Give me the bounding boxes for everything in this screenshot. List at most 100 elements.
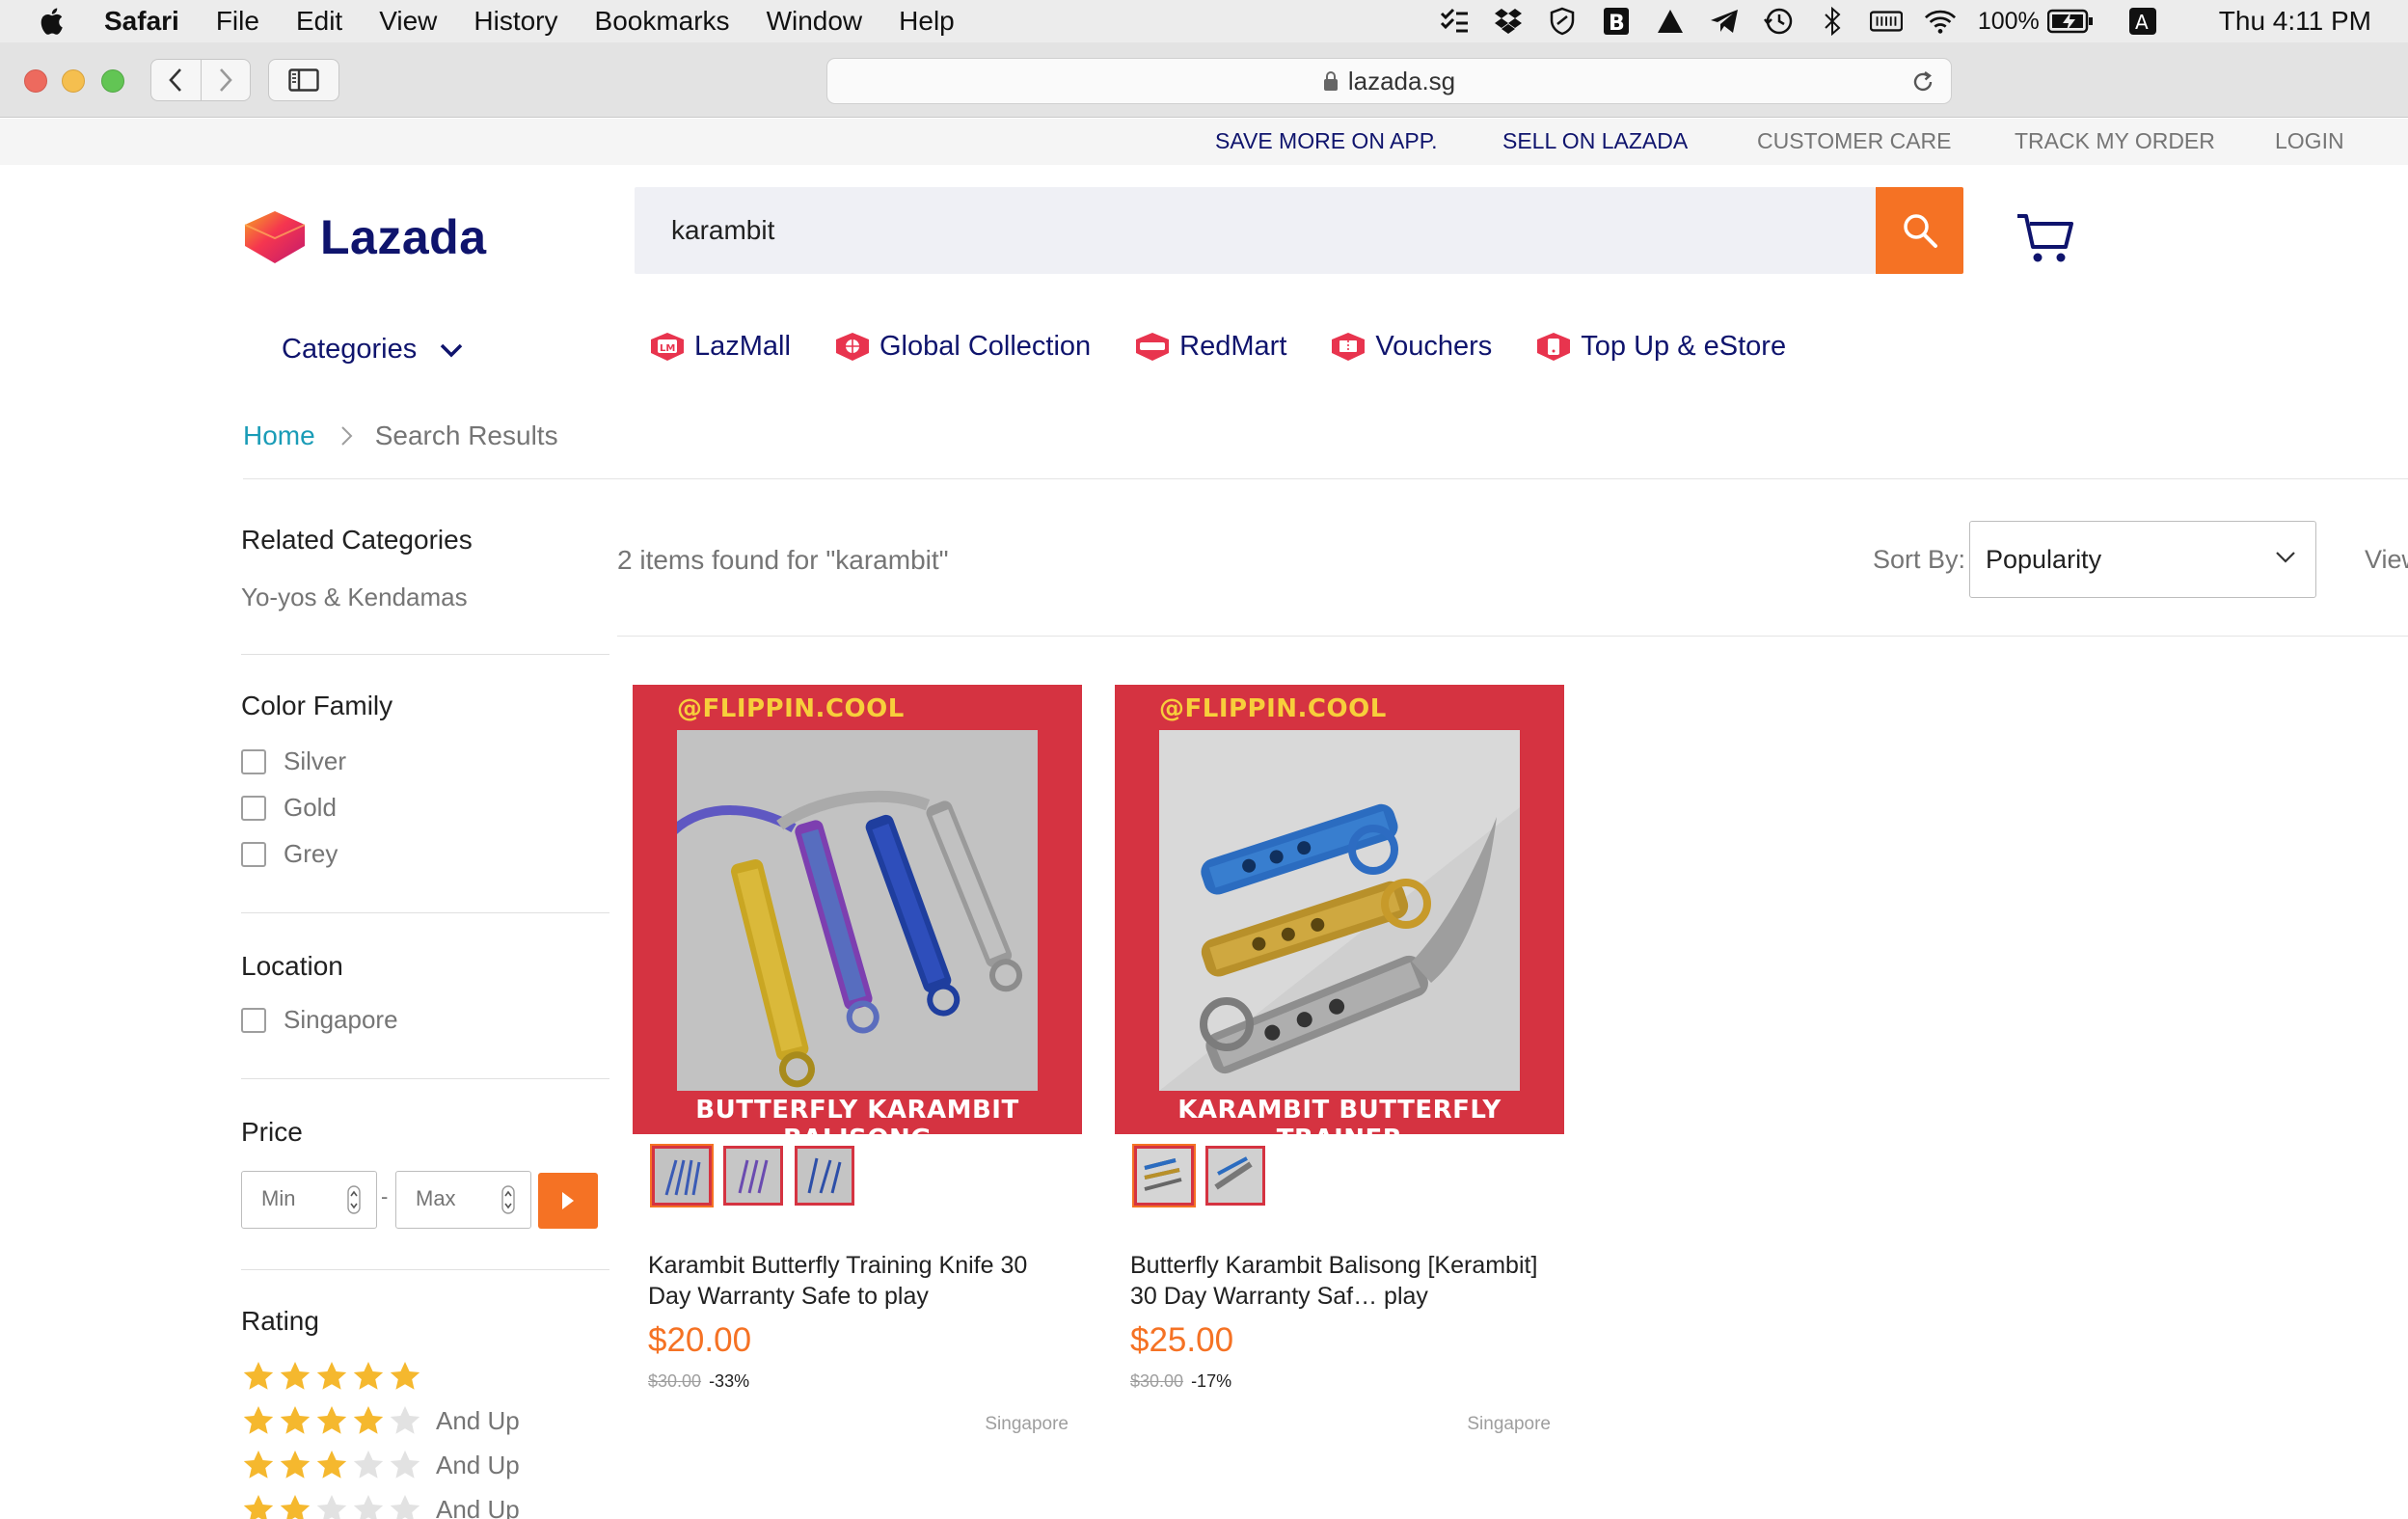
rating-filter-5-stars[interactable]: [241, 1360, 424, 1393]
apple-icon[interactable]: [37, 5, 69, 38]
and-up-label: And Up: [436, 1494, 520, 1519]
wifi-icon[interactable]: [1924, 7, 1957, 36]
window-minimize-button[interactable]: [62, 69, 85, 93]
forward-button[interactable]: [200, 60, 251, 100]
product-thumbnail[interactable]: [1205, 1146, 1265, 1206]
product-thumbnail[interactable]: [723, 1146, 783, 1206]
nav-topup-estore[interactable]: Top Up & eStore: [1534, 330, 1786, 363]
bluetooth-icon[interactable]: [1816, 7, 1849, 36]
categories-label: Categories: [282, 334, 418, 365]
banner-caption: KARAMBIT BUTTERFLY TRAINER: [1177, 1096, 1502, 1134]
product-title[interactable]: Butterfly Karambit Balisong [Kerambit] 3…: [1130, 1250, 1555, 1312]
telegram-icon[interactable]: [1708, 7, 1741, 36]
sell-on-lazada-link[interactable]: SELL ON LAZADA: [1502, 128, 1688, 154]
categories-dropdown[interactable]: Categories: [282, 334, 463, 366]
checklist-icon[interactable]: [1438, 7, 1471, 36]
menu-edit[interactable]: Edit: [296, 6, 342, 37]
nav-redmart[interactable]: RedMart: [1133, 330, 1286, 363]
bold-b-icon[interactable]: B: [1600, 7, 1633, 36]
menu-help[interactable]: Help: [899, 6, 955, 37]
battery-charging-icon[interactable]: [2046, 7, 2094, 36]
product-photo-balisong-set: [677, 730, 1038, 1091]
nav-redmart-label: RedMart: [1179, 330, 1287, 362]
price-apply-button[interactable]: [538, 1173, 598, 1229]
color-silver-option[interactable]: Silver: [241, 746, 346, 776]
stepper-icon[interactable]: [501, 1185, 515, 1214]
nav-global-collection[interactable]: Global Collection: [833, 330, 1091, 363]
price-min-input[interactable]: [242, 1172, 348, 1226]
checkbox[interactable]: [241, 1007, 266, 1033]
location-singapore-label: Singapore: [284, 1005, 398, 1034]
topup-icon: [1537, 333, 1571, 361]
login-link[interactable]: LOGIN: [2275, 128, 2344, 154]
rating-filter-2-stars[interactable]: And Up: [241, 1493, 520, 1519]
search-button[interactable]: [1876, 187, 1963, 274]
window-zoom-button[interactable]: [101, 69, 124, 93]
nav-lazmall[interactable]: LM LazMall: [648, 330, 791, 363]
keyboard-icon[interactable]: [1869, 7, 1903, 36]
reload-icon[interactable]: [1910, 68, 1935, 95]
menu-bookmarks[interactable]: Bookmarks: [595, 6, 730, 37]
cart-button[interactable]: [2016, 210, 2077, 271]
price-range-separator: -: [381, 1184, 389, 1208]
window-close-button[interactable]: [24, 69, 47, 93]
sidebar-toggle-button[interactable]: [268, 59, 339, 101]
product-title[interactable]: Karambit Butterfly Training Knife 30 Day…: [648, 1250, 1072, 1312]
nav-vouchers[interactable]: Vouchers: [1329, 330, 1492, 363]
star-empty-icon: [390, 1495, 420, 1519]
address-bar[interactable]: lazada.sg: [826, 58, 1952, 104]
star-empty-icon: [316, 1495, 347, 1519]
top-utility-bar: SAVE MORE ON APP. SELL ON LAZADA CUSTOME…: [0, 119, 2408, 165]
menu-file[interactable]: File: [216, 6, 259, 37]
location-singapore-option[interactable]: Singapore: [241, 1005, 398, 1035]
chevron-left-icon: [169, 68, 182, 92]
menu-app-name[interactable]: Safari: [104, 6, 179, 37]
checkbox[interactable]: [241, 795, 266, 821]
star-filled-icon: [280, 1406, 311, 1434]
color-grey-option[interactable]: Grey: [241, 839, 338, 869]
shield-icon[interactable]: [1546, 7, 1579, 36]
sort-select[interactable]: Popularity: [1969, 521, 2316, 598]
breadcrumb-divider: [243, 478, 2408, 479]
product-thumbnail[interactable]: [795, 1146, 854, 1206]
menubar-clock[interactable]: Thu 4:11 PM: [2219, 6, 2371, 37]
and-up-label: And Up: [436, 1405, 520, 1435]
time-machine-icon[interactable]: [1762, 7, 1795, 36]
svg-text:LM: LM: [660, 343, 675, 354]
product-thumbnail[interactable]: [1134, 1146, 1194, 1206]
customer-care-link[interactable]: CUSTOMER CARE: [1757, 128, 1952, 154]
search-input[interactable]: [635, 187, 1876, 274]
menu-view[interactable]: View: [379, 6, 437, 37]
stepper-icon[interactable]: [347, 1185, 361, 1214]
checkbox[interactable]: [241, 841, 266, 867]
breadcrumb-home-link[interactable]: Home: [243, 420, 315, 451]
menu-history[interactable]: History: [473, 6, 557, 37]
back-button[interactable]: [151, 60, 201, 100]
menu-window[interactable]: Window: [767, 6, 863, 37]
checkbox[interactable]: [241, 748, 266, 774]
dropbox-icon[interactable]: [1492, 7, 1525, 36]
history-nav: [150, 59, 251, 101]
product-thumbnail[interactable]: [652, 1146, 712, 1206]
product-image[interactable]: @FLIPPIN.COOL KARAMBIT BUTTERFLY TRAINER: [1115, 685, 1564, 1134]
logo-wordmark: Lazada: [320, 210, 487, 264]
rating-filter-3-stars[interactable]: And Up: [241, 1449, 520, 1481]
star-empty-icon: [390, 1451, 420, 1478]
search-box: [635, 187, 1876, 274]
track-my-order-link[interactable]: TRACK MY ORDER: [2015, 128, 2215, 154]
color-gold-option[interactable]: Gold: [241, 793, 337, 823]
input-source-icon[interactable]: A: [2126, 7, 2159, 36]
star-filled-icon: [316, 1362, 347, 1390]
nav-vouchers-label: Vouchers: [1375, 330, 1493, 362]
product-image[interactable]: @FLIPPIN.COOL BUTTERFLY KARAMBIT BALISON…: [633, 685, 1082, 1134]
price-max-input[interactable]: [396, 1172, 502, 1226]
star-filled-icon: [243, 1495, 274, 1519]
product-original-price-row: $30.00 -33%: [648, 1371, 749, 1392]
related-category-link[interactable]: Yo-yos & Kendamas: [241, 583, 468, 612]
save-more-on-app-link[interactable]: SAVE MORE ON APP.: [1215, 128, 1438, 154]
drive-icon[interactable]: [1654, 7, 1687, 36]
star-filled-icon: [390, 1362, 420, 1390]
lazada-logo[interactable]: Lazada: [241, 207, 487, 267]
rating-filter-4-stars[interactable]: And Up: [241, 1404, 520, 1437]
related-categories-title: Related Categories: [241, 525, 473, 555]
